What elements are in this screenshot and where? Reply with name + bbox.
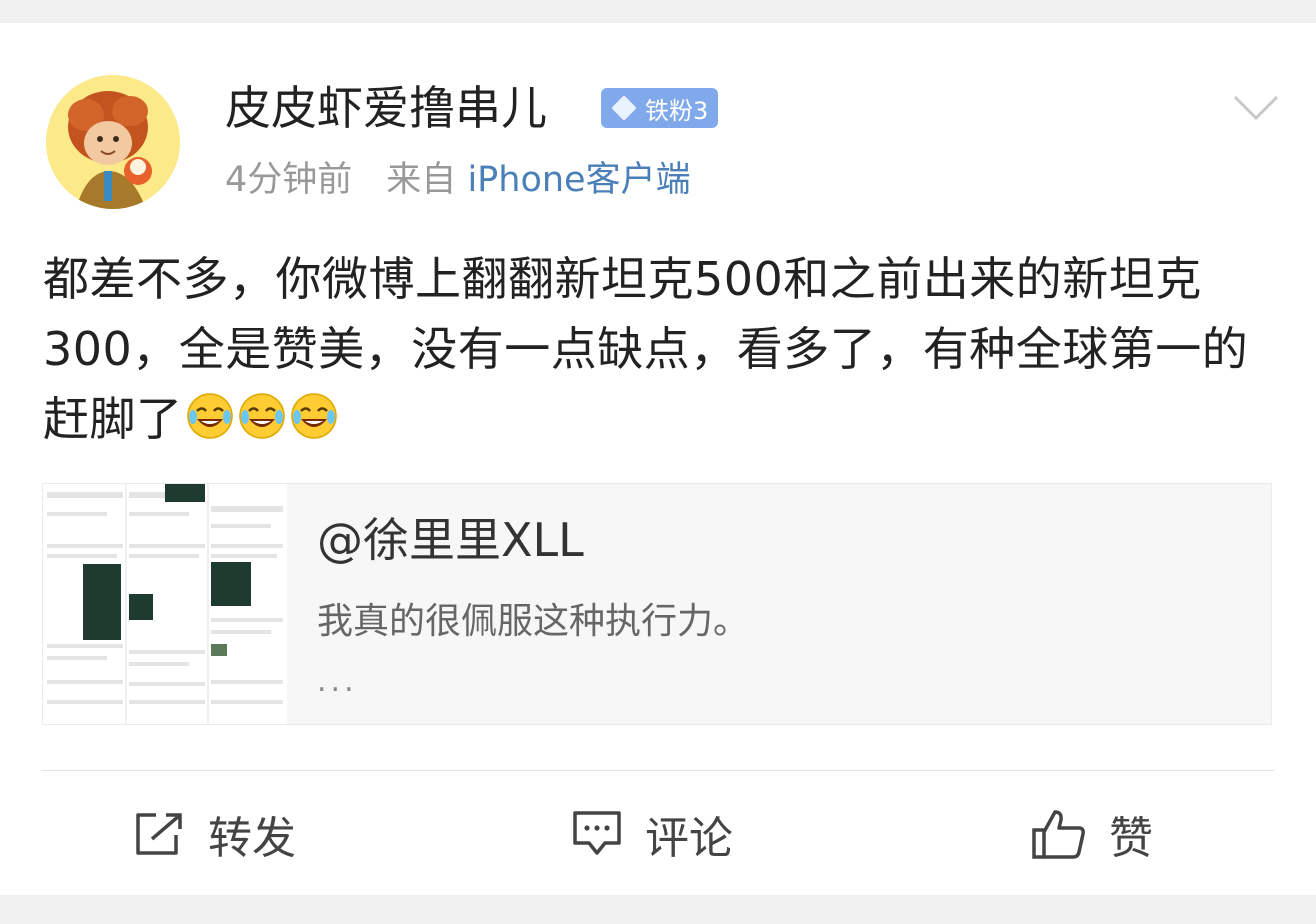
repost-label: 转发 [208,813,296,864]
diamond-icon [611,95,637,121]
source-prefix: 来自 [386,160,457,200]
thumbs-up-icon [1032,810,1085,859]
quoted-post-card[interactable]: @徐里里XLL 我真的很佩服这种执行力。 ... [42,483,1272,725]
fan-badge-label: 铁粉3 [645,96,709,125]
avatar[interactable] [46,75,180,209]
author-name[interactable]: 皮皮虾爱撸串儿 [225,80,547,136]
quoted-text: 我真的很佩服这种执行力。 [317,601,750,642]
laugh-cry-emoji-icon [289,390,339,460]
like-button[interactable]: 赞 [1031,804,1153,864]
post-source[interactable]: iPhone客户端 [467,160,690,200]
comment-label: 评论 [645,813,733,864]
comment-icon [573,811,621,855]
top-gap [0,0,1316,23]
comment-button[interactable]: 评论 [571,804,733,864]
post-time: 4分钟前 [225,160,353,200]
quoted-author-handle[interactable]: @徐里里XLL [317,510,584,570]
repost-button[interactable]: 转发 [134,804,296,864]
like-label: 赞 [1109,813,1153,864]
bottom-gap [0,895,1316,924]
divider [41,770,1274,771]
laugh-cry-emoji-icon [185,390,235,460]
post-meta: 4分钟前 来自 iPhone客户端 [225,156,691,204]
fan-badge[interactable]: 铁粉3 [601,88,719,128]
share-icon [136,813,182,855]
quoted-more: ... [317,664,358,699]
post-body: 都差不多，你微博上翻翻新坦克500和之前出来的新坦克300，全是赞美，没有一点缺… [43,244,1273,460]
quoted-post-thumbnail[interactable] [43,484,287,724]
laugh-cry-emoji-icon [237,390,287,460]
monkey-king-avatar-icon [46,75,180,209]
chevron-down-icon[interactable] [1232,92,1280,124]
